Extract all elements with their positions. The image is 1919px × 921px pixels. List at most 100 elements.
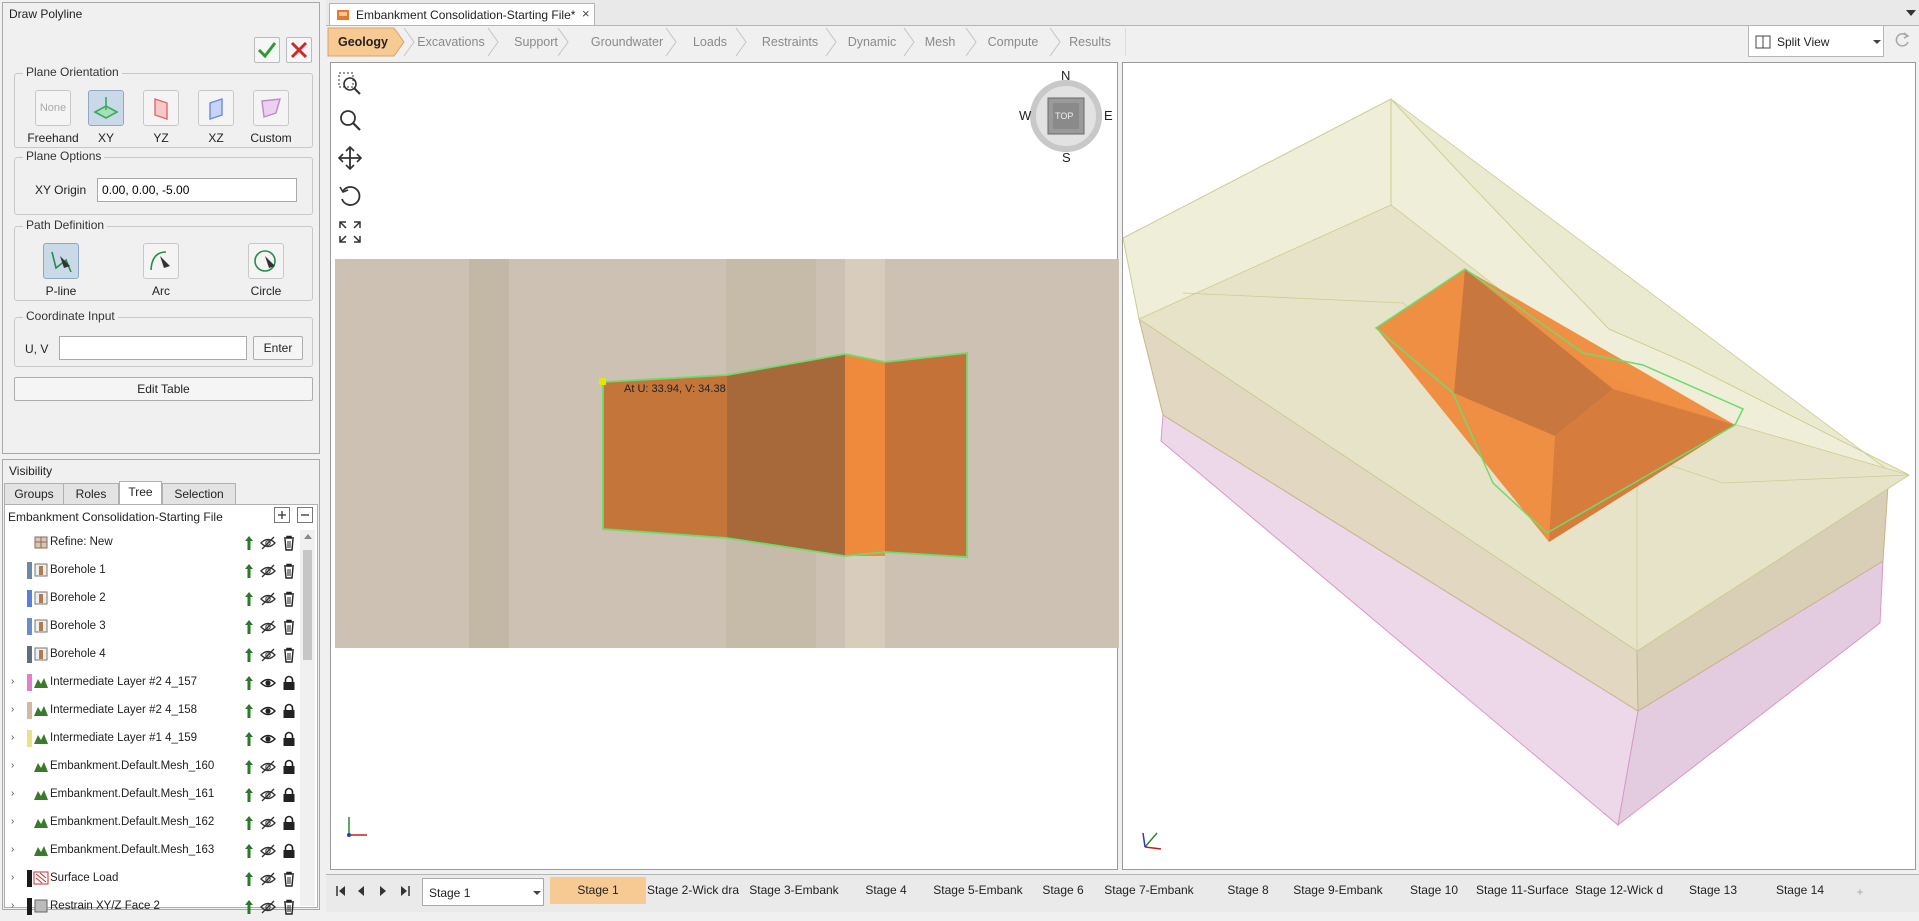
stage-tab[interactable]: Stage 11-Surface (1476, 877, 1568, 904)
eye-hidden-icon[interactable] (260, 535, 276, 551)
lock-icon[interactable] (282, 759, 296, 775)
plane-freehand-button[interactable]: None (35, 90, 71, 126)
tab-roles[interactable]: Roles (63, 483, 119, 504)
plane-custom-button[interactable] (253, 90, 289, 126)
trash-icon[interactable] (282, 899, 296, 915)
pin-icon[interactable] (243, 731, 255, 747)
3d-viewport[interactable] (1122, 62, 1916, 870)
panel-menu-arrow-icon[interactable] (1906, 10, 1916, 16)
tree-item[interactable]: › Surface Load (9, 865, 297, 893)
zoom-button[interactable] (337, 107, 363, 133)
eye-icon[interactable] (260, 675, 276, 691)
tab-geology[interactable]: Geology (328, 27, 398, 57)
tree-item[interactable]: › Embankment.Default.Mesh_160 (9, 753, 297, 781)
pin-icon[interactable] (243, 591, 255, 607)
first-stage-button[interactable] (332, 881, 350, 901)
tree-scrollbar[interactable] (300, 530, 315, 906)
tree-item[interactable]: › Embankment.Default.Mesh_162 (9, 809, 297, 837)
tree-item[interactable]: Refine: New (9, 529, 297, 557)
tree-scrollbar-up[interactable] (304, 534, 312, 539)
previous-stage-button[interactable] (352, 881, 370, 901)
stage-tab[interactable]: Stage 10 (1392, 877, 1476, 904)
stage-tab[interactable]: Stage 1 (550, 877, 646, 904)
uv-input[interactable] (59, 336, 247, 360)
lock-icon[interactable] (282, 703, 296, 719)
tab-mesh[interactable]: Mesh (912, 27, 968, 57)
pin-icon[interactable] (243, 843, 255, 859)
document-tab[interactable]: Embankment Consolidation-Starting File* … (329, 3, 595, 25)
eye-hidden-icon[interactable] (260, 899, 276, 915)
tab-groups[interactable]: Groups (4, 483, 64, 504)
view-mode-dropdown[interactable]: Split View (1748, 25, 1884, 57)
stage-tab[interactable]: Stage 4 (850, 877, 922, 904)
pin-icon[interactable] (243, 535, 255, 551)
tab-excavations[interactable]: Excavations (410, 27, 492, 57)
tree-item[interactable]: › Intermediate Layer #2 4_157 (9, 669, 297, 697)
next-stage-button[interactable] (374, 881, 392, 901)
tree-item[interactable]: Borehole 3 (9, 613, 297, 641)
collapse-all-button[interactable] (297, 507, 313, 523)
trash-icon[interactable] (282, 563, 296, 579)
plane-xz-button[interactable] (198, 90, 234, 126)
tab-results[interactable]: Results (1058, 27, 1122, 57)
stage-tab[interactable]: Stage 8 (1210, 877, 1286, 904)
trash-icon[interactable] (282, 619, 296, 635)
apply-button[interactable] (254, 37, 280, 63)
add-stage-button[interactable]: + (1840, 880, 1880, 904)
eye-hidden-icon[interactable] (260, 563, 276, 579)
pin-icon[interactable] (243, 759, 255, 775)
eye-hidden-icon[interactable] (260, 647, 276, 663)
cancel-button[interactable] (286, 37, 312, 63)
edit-table-button[interactable]: Edit Table (14, 377, 313, 401)
tree-item[interactable]: Borehole 2 (9, 585, 297, 613)
pin-icon[interactable] (243, 647, 255, 663)
expand-arrow-icon[interactable]: › (11, 788, 14, 799)
lock-icon[interactable] (282, 675, 296, 691)
expand-all-button[interactable] (274, 507, 290, 523)
last-stage-button[interactable] (396, 881, 414, 901)
tree-item[interactable]: › Embankment.Default.Mesh_163 (9, 837, 297, 865)
stage-tab[interactable]: Stage 7-Embank (1090, 877, 1208, 904)
enter-button[interactable]: Enter (253, 336, 303, 360)
expand-arrow-icon[interactable]: › (11, 872, 14, 883)
stage-tab[interactable]: Stage 6 (1036, 877, 1090, 904)
pin-icon[interactable] (243, 815, 255, 831)
tab-tree[interactable]: Tree (119, 481, 162, 505)
pin-icon[interactable] (243, 619, 255, 635)
pin-icon[interactable] (243, 871, 255, 887)
expand-arrow-icon[interactable]: › (11, 760, 14, 771)
trash-icon[interactable] (282, 591, 296, 607)
eye-hidden-icon[interactable] (260, 815, 276, 831)
lock-icon[interactable] (282, 731, 296, 747)
stage-selector[interactable]: Stage 1 (422, 878, 544, 906)
expand-arrow-icon[interactable]: › (11, 844, 14, 855)
tree-item[interactable]: › Intermediate Layer #2 4_158 (9, 697, 297, 725)
plan-viewport[interactable]: At U: 33.94, V: 34.38 N S E W TOP (330, 62, 1119, 870)
stage-tab[interactable]: Stage 3-Embank (740, 877, 848, 904)
pin-icon[interactable] (243, 899, 255, 915)
eye-hidden-icon[interactable] (260, 619, 276, 635)
tree-scrollbar-thumb[interactable] (303, 550, 312, 660)
close-tab-icon[interactable]: × (582, 6, 590, 21)
stage-tab[interactable]: Stage 2-Wick dra (646, 877, 740, 904)
lock-icon[interactable] (282, 843, 296, 859)
lock-icon[interactable] (282, 815, 296, 831)
tree-item[interactable]: › Intermediate Layer #1 4_159 (9, 725, 297, 753)
tree-item[interactable]: › Restrain XY/Z Face 2 (9, 893, 297, 921)
tab-groundwater[interactable]: Groundwater (580, 27, 674, 57)
stage-tab[interactable]: Stage 9-Embank (1286, 877, 1390, 904)
expand-arrow-icon[interactable]: › (11, 732, 14, 743)
pin-icon[interactable] (243, 703, 255, 719)
trash-icon[interactable] (282, 871, 296, 887)
stage-tab[interactable]: Stage 13 (1670, 877, 1756, 904)
expand-arrow-icon[interactable]: › (11, 816, 14, 827)
eye-icon[interactable] (260, 731, 276, 747)
circle-button[interactable] (248, 243, 284, 279)
eye-icon[interactable] (260, 703, 276, 719)
xy-origin-input[interactable] (97, 178, 297, 202)
eye-hidden-icon[interactable] (260, 871, 276, 887)
stage-tab[interactable]: Stage 5-Embank (922, 877, 1034, 904)
pin-icon[interactable] (243, 563, 255, 579)
tab-loads[interactable]: Loads (680, 27, 740, 57)
refresh-button[interactable] (1892, 30, 1914, 52)
